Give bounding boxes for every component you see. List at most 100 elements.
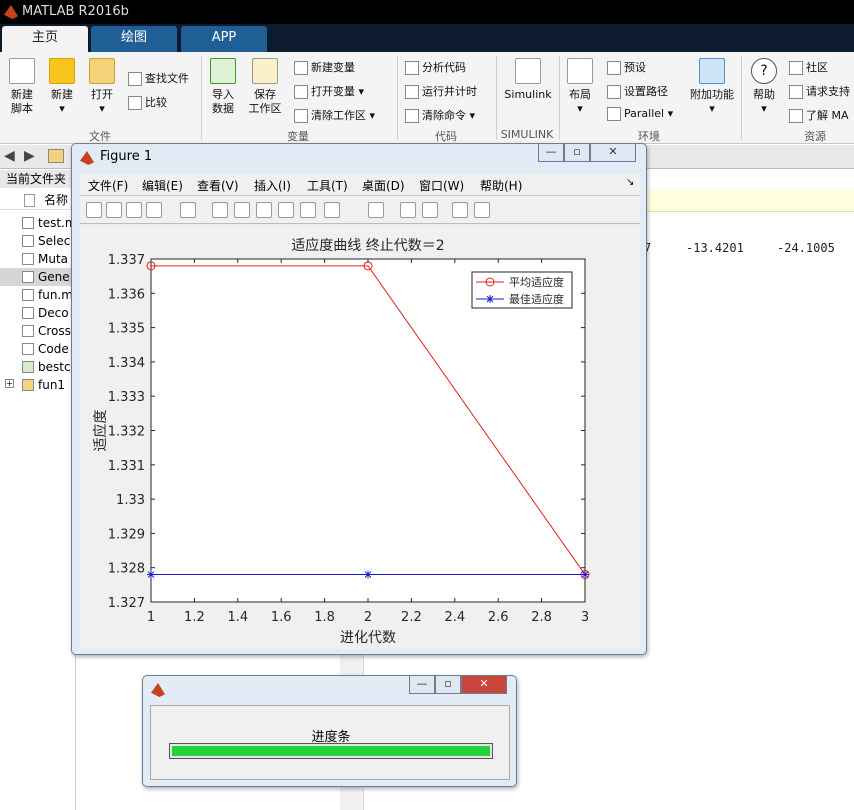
- new-script-button[interactable]: 新建 脚本: [6, 58, 38, 116]
- clear-commands-button[interactable]: 清除命令 ▾: [405, 107, 475, 123]
- m-file-icon: [22, 217, 34, 229]
- menu-tools[interactable]: 工具(T): [307, 177, 348, 194]
- new-button[interactable]: 新建 ▾: [46, 58, 78, 116]
- open-icon[interactable]: [106, 202, 122, 218]
- rotate-icon[interactable]: [278, 202, 294, 218]
- find-files-label: 查找文件: [145, 72, 189, 85]
- find-files-button[interactable]: 查找文件: [128, 70, 189, 86]
- import-data-button[interactable]: 导入 数据: [208, 58, 238, 116]
- new-script-icon: [9, 58, 35, 84]
- file-item[interactable]: Muta: [22, 250, 76, 268]
- file-item[interactable]: Code: [22, 340, 76, 358]
- print-icon[interactable]: [146, 202, 162, 218]
- menu-desktop[interactable]: 桌面(D): [362, 177, 405, 194]
- menu-insert[interactable]: 插入(I): [254, 177, 291, 194]
- community-button[interactable]: 社区: [789, 59, 828, 75]
- run-and-time-icon: [405, 85, 419, 99]
- x-tick-label: 2.2: [401, 610, 422, 625]
- app-titlebar: MATLAB R2016b: [0, 0, 854, 24]
- open-variable-icon: [294, 85, 308, 99]
- folder-path-icon: [607, 85, 621, 99]
- clear-commands-icon: [405, 109, 419, 123]
- show-tools-icon[interactable]: [474, 202, 490, 218]
- tab-home[interactable]: 主页: [2, 26, 88, 52]
- file-item[interactable]: fun1: [22, 376, 76, 394]
- close-button[interactable]: ✕: [590, 144, 636, 162]
- request-support-label: 请求支持: [806, 85, 850, 98]
- pointer-icon[interactable]: [180, 202, 196, 218]
- open-label: 打开: [91, 88, 113, 101]
- file-item[interactable]: Deco: [22, 304, 76, 322]
- analyze-code-icon: [405, 61, 419, 75]
- community-icon: [789, 61, 803, 75]
- parallel-button[interactable]: Parallel ▾: [607, 107, 673, 121]
- colorbar-icon[interactable]: [400, 202, 416, 218]
- close-button[interactable]: ✕: [461, 676, 507, 694]
- minimize-button[interactable]: —: [538, 144, 564, 162]
- zoom-out-icon[interactable]: [234, 202, 250, 218]
- file-item[interactable]: Selec: [22, 232, 76, 250]
- current-folder-title: 当前文件夹: [0, 170, 76, 188]
- chevron-down-icon: ▾: [709, 102, 715, 115]
- menu-window[interactable]: 窗口(W): [419, 177, 464, 194]
- tab-plots[interactable]: 绘图: [91, 26, 177, 52]
- file-item[interactable]: fun.m: [22, 286, 76, 304]
- clear-workspace-button[interactable]: 清除工作区 ▾: [294, 107, 375, 123]
- parallel-icon: [607, 107, 621, 121]
- y-tick-label: 1.334: [108, 356, 145, 371]
- link-icon[interactable]: [368, 202, 384, 218]
- help-button[interactable]: ? 帮助 ▾: [748, 58, 780, 116]
- group-variable: 变量: [287, 130, 309, 143]
- file-item[interactable]: test.m: [22, 214, 76, 232]
- zoom-in-icon[interactable]: [212, 202, 228, 218]
- x-tick-label: 3: [581, 610, 589, 625]
- maximize-button[interactable]: ▫: [435, 676, 461, 694]
- addons-button[interactable]: 附加功能 ▾: [688, 58, 736, 116]
- file-item[interactable]: Gene: [0, 268, 76, 286]
- preferences-button[interactable]: 预设: [607, 59, 646, 75]
- layout-button[interactable]: 布局 ▾: [564, 58, 596, 116]
- up-folder-icon[interactable]: [48, 149, 64, 163]
- menu-view[interactable]: 查看(V): [197, 177, 239, 194]
- dock-arrow-icon[interactable]: ↘: [626, 177, 634, 188]
- open-variable-button[interactable]: 打开变量 ▾: [294, 83, 364, 99]
- open-folder-icon: [89, 58, 115, 84]
- back-arrow-icon[interactable]: ◀: [4, 148, 15, 164]
- file-item[interactable]: Cross: [22, 322, 76, 340]
- hide-tools-icon[interactable]: [452, 202, 468, 218]
- set-path-label: 设置路径: [624, 85, 668, 98]
- open-button[interactable]: 打开 ▾: [86, 58, 118, 116]
- menu-edit[interactable]: 编辑(E): [142, 177, 183, 194]
- set-path-button[interactable]: 设置路径: [607, 83, 668, 99]
- tab-apps[interactable]: APP: [181, 26, 267, 52]
- forward-arrow-icon[interactable]: ▶: [24, 148, 35, 164]
- legend-icon[interactable]: [422, 202, 438, 218]
- matlab-logo-icon: [4, 5, 18, 19]
- x-tick-label: 1.2: [184, 610, 205, 625]
- request-support-button[interactable]: 请求支持: [789, 83, 850, 99]
- run-and-time-button[interactable]: 运行并计时: [405, 83, 477, 99]
- layout-label: 布局: [569, 88, 591, 101]
- clear-workspace-label: 清除工作区: [311, 109, 366, 122]
- menu-help[interactable]: 帮助(H): [480, 177, 522, 194]
- file-item[interactable]: bestc: [22, 358, 76, 376]
- data-cursor-icon[interactable]: [300, 202, 316, 218]
- expand-icon[interactable]: +: [5, 379, 14, 388]
- new-variable-button[interactable]: 新建变量: [294, 59, 355, 75]
- open-variable-label: 打开变量: [311, 85, 355, 98]
- menu-file[interactable]: 文件(F): [88, 177, 128, 194]
- compare-button[interactable]: 比较: [128, 94, 167, 110]
- minimize-button[interactable]: —: [409, 676, 435, 694]
- new-figure-icon[interactable]: [86, 202, 102, 218]
- save-icon[interactable]: [126, 202, 142, 218]
- learn-matlab-button[interactable]: 了解 MA: [789, 107, 849, 123]
- pan-icon[interactable]: [256, 202, 272, 218]
- file-name: bestc: [38, 360, 71, 374]
- maximize-button[interactable]: ▫: [564, 144, 590, 162]
- simulink-button[interactable]: Simulink: [502, 58, 554, 102]
- brush-icon[interactable]: [324, 202, 340, 218]
- name-column-header[interactable]: 名称: [0, 190, 76, 210]
- analyze-code-button[interactable]: 分析代码: [405, 59, 466, 75]
- save-workspace-button[interactable]: 保存 工作区: [246, 58, 284, 116]
- figure-toolbar: [80, 196, 640, 224]
